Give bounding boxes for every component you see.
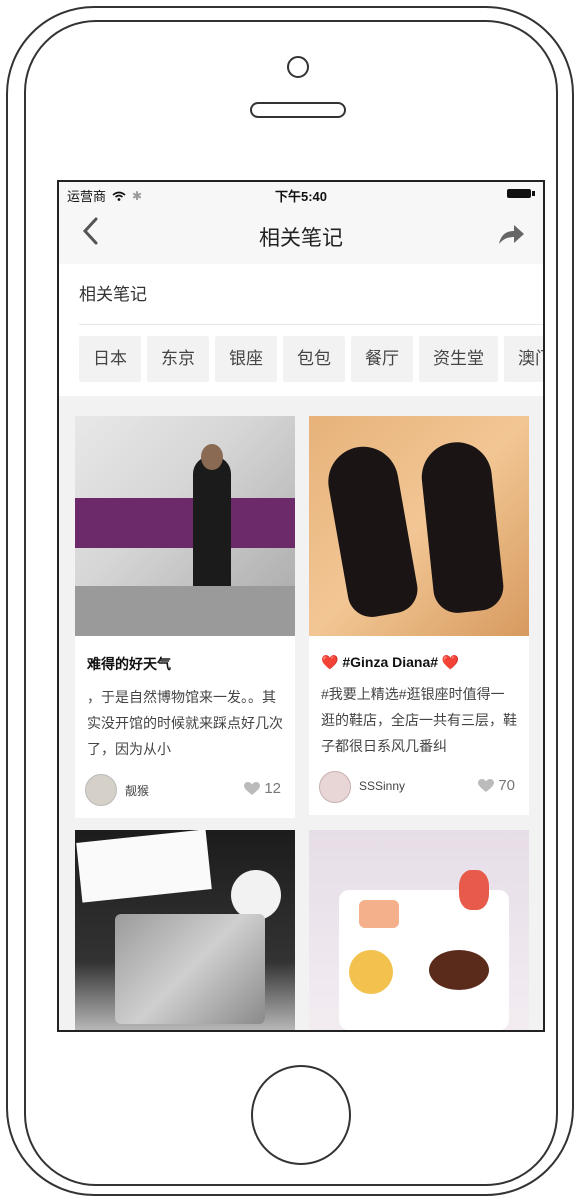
- note-excerpt: ，于是自然博物馆来一发。。其实没开馆的时候就来踩点好几次了，因为从小: [87, 689, 283, 757]
- heart-icon: [244, 781, 261, 795]
- camera-icon: [287, 56, 309, 78]
- tag-chip[interactable]: 澳门: [504, 336, 543, 382]
- note-footer: SSSinny 70: [309, 759, 529, 815]
- heart-icon: [478, 778, 495, 792]
- dessert-2: [349, 950, 393, 994]
- note-image[interactable]: [309, 830, 529, 1030]
- note-image[interactable]: [309, 416, 529, 636]
- home-button[interactable]: [251, 1065, 351, 1165]
- avatar[interactable]: [319, 771, 351, 803]
- author-name[interactable]: 靓猴: [125, 782, 149, 799]
- like-number: 12: [264, 780, 281, 797]
- screen: 运营商 ✱ 下午5:40 相关笔记 相关笔记 日本 东京 银座 包包 餐厅 资生…: [57, 180, 545, 1032]
- page-title: 相关笔记: [259, 227, 343, 250]
- tag-list: 日本 东京 银座 包包 餐厅 资生堂 澳门: [79, 336, 543, 382]
- tag-chip[interactable]: 银座: [215, 336, 277, 382]
- flower: [231, 870, 281, 920]
- dessert-4: [459, 870, 489, 910]
- shoe-right: [418, 438, 506, 616]
- person-head: [201, 444, 223, 470]
- note-excerpt: #我要上精选#逛银座时值得一逛的鞋店，全店一共有三层，鞋子都很日系风几番纠: [321, 686, 517, 754]
- section-title: 相关笔记: [79, 285, 147, 304]
- divider: [79, 324, 543, 325]
- battery-icon: [507, 189, 535, 198]
- tag-chip[interactable]: 资生堂: [419, 336, 498, 382]
- dessert-3: [429, 950, 489, 990]
- note-title: 难得的好天气: [87, 656, 171, 672]
- shoe-left: [322, 441, 422, 621]
- status-time: 下午5:40: [274, 189, 328, 204]
- note-card[interactable]: 难得的好天气 ，于是自然博物馆来一发。。其实没开馆的时候就来踩点好几次了，因为从…: [75, 416, 295, 818]
- related-notes-section: 相关笔记 日本 东京 银座 包包 餐厅 资生堂 澳门: [59, 264, 543, 396]
- note-card[interactable]: ❤️ #Ginza Diana# ❤️ #我要上精选#逛银座时值得一逛的鞋店，全…: [309, 416, 529, 815]
- share-arrow-icon[interactable]: [497, 222, 525, 246]
- banner-purple: [75, 498, 295, 548]
- avatar[interactable]: [85, 774, 117, 806]
- like-count[interactable]: 70: [478, 777, 515, 794]
- tag-chip[interactable]: 包包: [283, 336, 345, 382]
- author-name[interactable]: SSSinny: [359, 779, 405, 793]
- note-card[interactable]: [75, 830, 295, 1030]
- navigation-bar: 相关笔记: [59, 206, 543, 265]
- note-image[interactable]: [75, 416, 295, 636]
- tag-chip[interactable]: 餐厅: [351, 336, 413, 382]
- floor: [75, 586, 295, 636]
- note-image[interactable]: [75, 830, 295, 1030]
- bag: [115, 914, 265, 1024]
- tag-chip[interactable]: 东京: [147, 336, 209, 382]
- note-card[interactable]: [309, 830, 529, 1030]
- paper-card: [76, 830, 212, 903]
- like-count[interactable]: 12: [244, 780, 281, 797]
- status-bar: 运营商 ✱ 下午5:40: [59, 182, 543, 206]
- note-footer: 靓猴 12: [75, 762, 295, 818]
- like-number: 70: [498, 777, 515, 794]
- speaker-grille: [250, 102, 346, 118]
- tag-chip[interactable]: 日本: [79, 336, 141, 382]
- note-title: ❤️ #Ginza Diana# ❤️: [321, 654, 460, 670]
- dessert-1: [359, 900, 399, 928]
